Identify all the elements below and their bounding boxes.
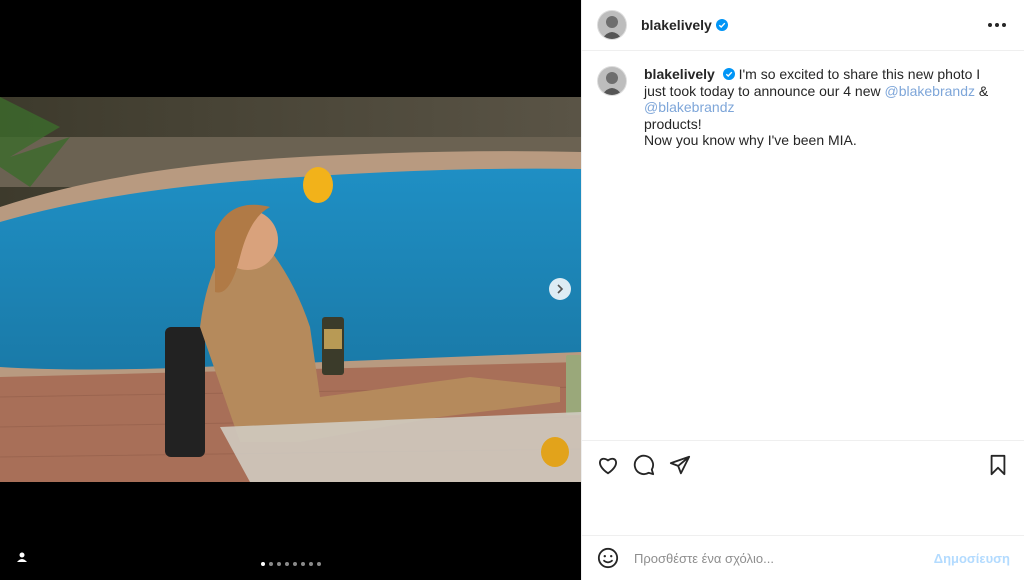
comment-bar: Δημοσίευση [582, 535, 1024, 580]
username[interactable]: blakelively [641, 17, 712, 33]
user-icon [17, 552, 27, 562]
post-caption: blakelively I'm so excited to share this… [597, 66, 1007, 149]
caption-text: blakelively I'm so excited to share this… [644, 66, 1004, 149]
post-photo[interactable] [0, 97, 581, 482]
share-icon[interactable] [668, 453, 692, 477]
caption-products: products! [644, 115, 702, 132]
carousel-dot [269, 562, 273, 566]
caption-avatar[interactable] [597, 66, 627, 96]
carousel-dot [277, 562, 281, 566]
carousel-dot [293, 562, 297, 566]
emoji-icon[interactable] [596, 546, 620, 570]
carousel-dot [301, 562, 305, 566]
bookmark-icon[interactable] [986, 453, 1010, 477]
caption-line: Now you know why I've been MIA. [644, 132, 857, 148]
mention-link[interactable]: @blakebrandz [644, 99, 735, 115]
caption-username[interactable]: blakelively [644, 66, 715, 82]
heart-icon[interactable] [596, 453, 620, 477]
tagged-users-button[interactable] [12, 547, 32, 567]
carousel-dot [285, 562, 289, 566]
more-options-button[interactable] [984, 19, 1010, 31]
post-actions [582, 440, 1024, 488]
comment-input[interactable] [632, 549, 934, 567]
caption-amp: & [975, 82, 989, 99]
post-header: blakelively [582, 0, 1024, 51]
comment-icon[interactable] [632, 453, 656, 477]
verified-badge-icon [715, 19, 728, 31]
carousel-dot [317, 562, 321, 566]
mention-link[interactable]: @blakebrandz [885, 83, 976, 99]
carousel-next-button[interactable] [549, 278, 571, 300]
post-side-panel: blakelively blakelively I'm so excited t… [581, 0, 1024, 580]
carousel-indicator [261, 562, 321, 566]
verified-badge-icon [722, 68, 735, 80]
chevron-right-icon [557, 284, 564, 294]
avatar[interactable] [597, 10, 627, 40]
carousel-dot [309, 562, 313, 566]
carousel-dot [261, 562, 265, 566]
post-comment-button[interactable]: Δημοσίευση [934, 551, 1010, 566]
post-media [0, 0, 581, 580]
